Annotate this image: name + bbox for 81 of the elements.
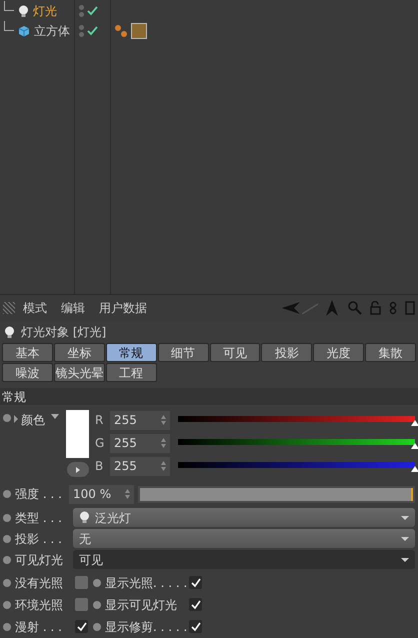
dropdown-arrow-icon <box>401 558 409 562</box>
link-icon[interactable] <box>389 300 397 315</box>
number-field[interactable]: 255 <box>110 410 170 430</box>
tab[interactable]: 投影 <box>261 343 312 362</box>
dropdown-arrow-icon <box>401 536 409 541</box>
tab[interactable]: 常规 <box>106 343 157 362</box>
dropdown-arrow-icon[interactable] <box>51 414 59 420</box>
checkbox-label: 显示修剪. . . . . <box>105 618 185 636</box>
number-field[interactable]: 255 <box>110 456 170 476</box>
tree-line-icon <box>4 21 14 31</box>
play-arrow-icon <box>76 466 80 473</box>
material-balls-icon[interactable] <box>114 24 128 38</box>
visibility-dots-icon[interactable] <box>79 25 84 37</box>
channel-label: R <box>95 412 104 430</box>
check-icon <box>190 578 200 588</box>
check-icon <box>190 600 200 610</box>
menu-item[interactable]: 模式 <box>17 298 53 317</box>
checkbox[interactable] <box>75 598 88 612</box>
dropdown-arrow-icon <box>401 516 409 520</box>
tab[interactable]: 镜头光晕 <box>54 363 105 382</box>
spinner-icon[interactable] <box>161 415 166 426</box>
checkbox-label: 显示可见灯光 <box>105 596 178 614</box>
checkbox[interactable] <box>189 620 202 634</box>
light-bulb-icon <box>18 4 29 18</box>
checkbox[interactable] <box>75 576 88 590</box>
color-swatch[interactable] <box>66 410 89 458</box>
cube-icon <box>18 25 30 37</box>
tab[interactable]: 集散 <box>365 343 416 362</box>
checkbox-label: 没有光照 <box>15 574 64 592</box>
menu-item[interactable]: 用户数据 <box>93 298 153 317</box>
grip-icon[interactable] <box>3 302 15 314</box>
checkbox-label: 显示光照. . . . . <box>105 574 185 592</box>
tab[interactable]: 坐标 <box>54 343 105 362</box>
visibility-dots-icon[interactable] <box>79 5 84 17</box>
tab[interactable]: 工程 <box>106 363 157 382</box>
number-field[interactable]: 255 <box>110 434 170 453</box>
channel-label: G <box>95 435 105 452</box>
field-label: 投影 . . . <box>15 530 63 548</box>
spinner-icon[interactable] <box>125 489 130 500</box>
field-label: 类型 . . . <box>15 510 63 527</box>
spinner-icon[interactable] <box>161 438 166 448</box>
menu-item[interactable]: 编辑 <box>55 298 91 317</box>
number-field[interactable]: 100 % <box>69 484 134 504</box>
section-header: 常规 <box>0 388 418 406</box>
field-label: 可见灯光 <box>15 552 64 569</box>
checkbox-label: 漫射 . . . <box>15 618 63 636</box>
object-name[interactable]: 立方体 <box>34 22 70 40</box>
checkbox[interactable] <box>75 620 88 634</box>
check-icon <box>76 622 86 632</box>
tab[interactable]: 细节 <box>158 343 208 362</box>
object-title: 灯光对象 [灯光] <box>21 324 106 342</box>
tab[interactable]: 可见 <box>210 343 260 362</box>
light-bulb-icon <box>79 511 90 524</box>
channel-label: B <box>95 458 104 476</box>
color-slider-track[interactable] <box>178 437 415 450</box>
dropdown[interactable]: 泛光灯 <box>73 508 415 528</box>
enabled-check-icon[interactable] <box>87 6 98 16</box>
spinner-icon[interactable] <box>161 461 166 472</box>
field-label: 颜色 <box>21 412 45 430</box>
checkbox-label: 环境光照 <box>15 596 64 614</box>
light-bulb-icon <box>4 326 15 339</box>
texture-tag-icon[interactable] <box>131 23 147 39</box>
dropdown[interactable]: 可见 <box>73 550 415 570</box>
tab[interactable]: 光度 <box>313 343 364 362</box>
slider-thumb-icon[interactable] <box>411 420 418 426</box>
object-name[interactable]: 灯光 <box>33 2 57 20</box>
checkbox[interactable] <box>189 598 202 612</box>
slider-thumb-icon[interactable] <box>411 466 418 472</box>
slider-thumb-icon[interactable] <box>411 443 418 450</box>
checkbox[interactable] <box>189 576 202 590</box>
color-slider-track[interactable] <box>178 414 415 426</box>
expand-button[interactable] <box>66 462 88 478</box>
tab[interactable]: 基本 <box>2 343 53 362</box>
color-slider-track[interactable] <box>178 460 415 472</box>
tree-line-icon <box>4 1 14 11</box>
tab[interactable]: 噪波 <box>2 363 53 382</box>
dropdown[interactable]: 无 <box>73 529 415 548</box>
enabled-check-icon[interactable] <box>87 26 98 36</box>
field-label: 强度 . . . <box>15 486 63 504</box>
expand-arrow-icon[interactable] <box>14 415 18 424</box>
check-icon <box>190 622 200 632</box>
